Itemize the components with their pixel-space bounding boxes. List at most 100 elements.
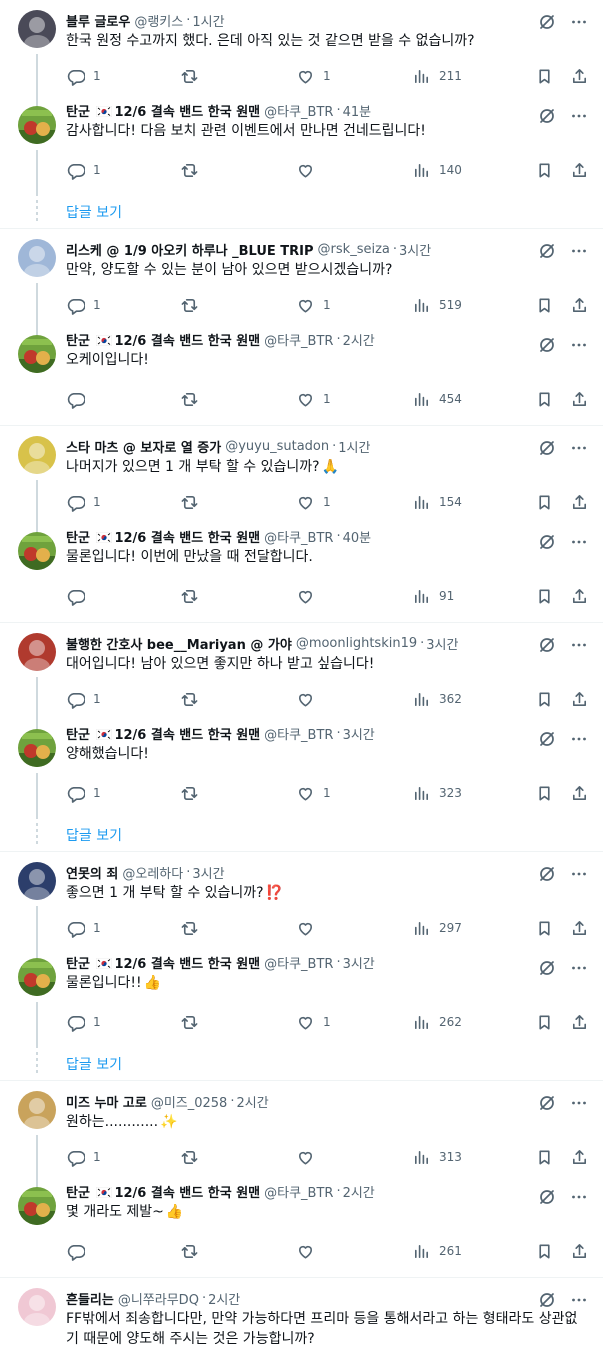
avatar[interactable] (18, 532, 56, 570)
grok-icon[interactable] (537, 1093, 557, 1113)
avatar[interactable] (18, 958, 56, 996)
bookmark-button[interactable] (535, 67, 554, 86)
timestamp[interactable]: 2시간 (343, 1182, 375, 1201)
bookmark-button[interactable] (535, 1242, 554, 1261)
like-button[interactable]: 1 (296, 1013, 412, 1032)
views-button[interactable]: 362 (412, 690, 530, 709)
avatar[interactable] (18, 10, 56, 48)
avatar[interactable] (18, 1091, 56, 1129)
reply-button[interactable]: 1 (66, 784, 180, 803)
retweet-button[interactable] (180, 296, 296, 315)
avatar[interactable] (18, 1187, 56, 1225)
avatar[interactable] (18, 239, 56, 277)
reply-button[interactable]: 1 (66, 67, 180, 86)
views-button[interactable]: 211 (412, 67, 530, 86)
timestamp[interactable]: 3시간 (192, 863, 224, 882)
display-name[interactable]: 리스케 @ 1/9 아오키 하루나 _BLUE TRIP (66, 240, 314, 259)
grok-icon[interactable] (537, 241, 557, 261)
grok-icon[interactable] (537, 438, 557, 458)
bookmark-button[interactable] (535, 1148, 554, 1167)
avatar[interactable] (18, 862, 56, 900)
avatar[interactable] (18, 1288, 56, 1326)
timestamp[interactable]: 3시간 (343, 724, 375, 743)
tweet[interactable]: 탄군 12/6 결속 밴드 한국 원맨 @타쿠_BTR · 40분 물론입니다! 이번에… (0, 524, 603, 622)
display-name[interactable]: 스타 마츠 @ 보자로 열 증가 (66, 437, 221, 456)
grok-icon[interactable] (537, 729, 557, 749)
display-name[interactable]: 탄군 12/6 결속 밴드 한국 원맨 (66, 101, 260, 120)
bookmark-button[interactable] (535, 296, 554, 315)
timestamp[interactable]: 41분 (343, 101, 372, 120)
timestamp[interactable]: 40분 (343, 527, 372, 546)
share-button[interactable] (570, 161, 589, 180)
share-button[interactable] (570, 919, 589, 938)
reply-button[interactable]: 1 (66, 296, 180, 315)
reply-button[interactable]: 1 (66, 161, 180, 180)
bookmark-button[interactable] (535, 919, 554, 938)
views-button[interactable]: 140 (412, 161, 530, 180)
like-button[interactable]: 1 (296, 390, 412, 409)
avatar[interactable] (18, 106, 56, 144)
bookmark-button[interactable] (535, 390, 554, 409)
bookmark-button[interactable] (535, 690, 554, 709)
retweet-button[interactable] (180, 1013, 296, 1032)
retweet-button[interactable] (180, 390, 296, 409)
like-button[interactable]: 1 (296, 296, 412, 315)
tweet[interactable]: 탄군 12/6 결속 밴드 한국 원맨 @타쿠_BTR · 41분 감사합니다! 다음 … (0, 98, 603, 196)
retweet-button[interactable] (180, 587, 296, 606)
display-name[interactable]: 탄군 12/6 결속 밴드 한국 원맨 (66, 527, 260, 546)
timestamp[interactable]: 3시간 (426, 634, 458, 653)
tweet[interactable]: 미즈 누마 고로 @미즈_0258 · 2시간 원하는............ ✨ 1 313 (0, 1081, 603, 1189)
like-button[interactable] (296, 919, 412, 938)
views-button[interactable]: 91 (412, 587, 530, 606)
share-button[interactable] (570, 390, 589, 409)
grok-icon[interactable] (537, 532, 557, 552)
show-replies-link[interactable]: 답글 보기 (0, 1048, 603, 1080)
avatar[interactable] (18, 335, 56, 373)
bookmark-button[interactable] (535, 493, 554, 512)
retweet-button[interactable] (180, 161, 296, 180)
retweet-button[interactable] (180, 784, 296, 803)
more-icon[interactable] (569, 1093, 589, 1113)
bookmark-button[interactable] (535, 784, 554, 803)
avatar[interactable] (18, 633, 56, 671)
retweet-button[interactable] (180, 919, 296, 938)
views-button[interactable]: 454 (412, 390, 530, 409)
tweet[interactable]: 불행한 간호사 bee__Mariyan @ 가야 @moonlightskin1… (0, 623, 603, 731)
display-name[interactable]: 탄군 12/6 결속 밴드 한국 원맨 (66, 953, 260, 972)
views-button[interactable]: 313 (412, 1148, 530, 1167)
grok-icon[interactable] (537, 1290, 557, 1310)
retweet-button[interactable] (180, 1148, 296, 1167)
reply-button[interactable]: 1 (66, 1148, 180, 1167)
timestamp[interactable]: 2시간 (208, 1289, 240, 1308)
reply-button[interactable]: 1 (66, 690, 180, 709)
tweet[interactable]: 탄군 12/6 결속 밴드 한국 원맨 @타쿠_BTR · 2시간 오케이입니다! 1 45… (0, 327, 603, 425)
like-button[interactable] (296, 1148, 412, 1167)
display-name[interactable]: 불행한 간호사 bee__Mariyan @ 가야 (66, 634, 292, 653)
more-icon[interactable] (569, 1290, 589, 1310)
timestamp[interactable]: 2시간 (236, 1092, 268, 1111)
like-button[interactable] (296, 587, 412, 606)
tweet[interactable]: 탄군 12/6 결속 밴드 한국 원맨 @타쿠_BTR · 3시간 양해했습니다! 1 1 3… (0, 721, 603, 819)
tweet[interactable]: 스타 마츠 @ 보자로 열 증가 @yuyu_sutadon · 1시간 나머지가 있으… (0, 426, 603, 534)
reply-button[interactable] (66, 587, 180, 606)
display-name[interactable]: 흔들리는 (66, 1289, 114, 1308)
reply-button[interactable] (66, 390, 180, 409)
more-icon[interactable] (569, 729, 589, 749)
views-button[interactable]: 154 (412, 493, 530, 512)
more-icon[interactable] (569, 864, 589, 884)
more-icon[interactable] (569, 635, 589, 655)
display-name[interactable]: 블루 글로우 (66, 11, 130, 30)
views-button[interactable]: 519 (412, 296, 530, 315)
reply-button[interactable]: 1 (66, 919, 180, 938)
tweet[interactable]: 리스케 @ 1/9 아오키 하루나 _BLUE TRIP @rsk_seiza · 3… (0, 229, 603, 337)
more-icon[interactable] (569, 958, 589, 978)
more-icon[interactable] (569, 438, 589, 458)
grok-icon[interactable] (537, 106, 557, 126)
retweet-button[interactable] (180, 67, 296, 86)
display-name[interactable]: 연못의 죄 (66, 863, 118, 882)
share-button[interactable] (570, 1148, 589, 1167)
timestamp[interactable]: 2시간 (343, 330, 375, 349)
share-button[interactable] (570, 690, 589, 709)
bookmark-button[interactable] (535, 161, 554, 180)
views-button[interactable]: 261 (412, 1242, 530, 1261)
